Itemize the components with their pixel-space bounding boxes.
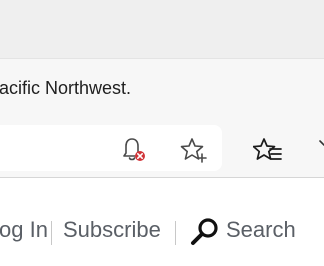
toolbar-overflow-icon[interactable]	[319, 139, 324, 153]
notification-text: acific Northwest.	[0, 78, 132, 98]
nav-divider	[175, 221, 176, 245]
browser-window: acific Northwest. og In Subscribe Search	[0, 0, 324, 266]
search-link[interactable]: Search	[226, 217, 296, 243]
favorites-list-icon[interactable]	[253, 136, 283, 164]
star-plus-icon[interactable]	[179, 136, 209, 164]
nav-divider	[51, 221, 52, 245]
magnifier-icon[interactable]	[189, 216, 221, 248]
subscribe-link[interactable]: Subscribe	[63, 217, 161, 243]
bell-blocked-icon[interactable]	[119, 134, 149, 164]
tab-strip	[0, 0, 324, 58]
login-link[interactable]: og In	[0, 217, 48, 243]
